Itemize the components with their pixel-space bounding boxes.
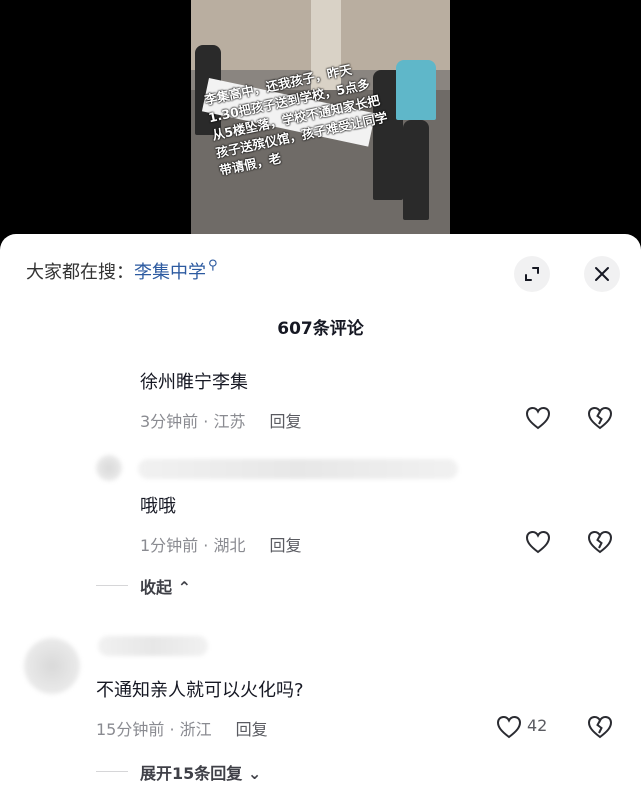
blurred-username: [138, 459, 458, 479]
like-heart-icon[interactable]: [525, 530, 551, 554]
video-person: [396, 60, 436, 120]
like-heart-icon[interactable]: [496, 715, 522, 739]
thread-divider: [96, 771, 128, 772]
search-suggestion[interactable]: 大家都在搜：李集中学 ⚲: [26, 258, 218, 284]
comment-location: 江苏: [213, 412, 246, 431]
comment-time: 3分钟前: [140, 412, 199, 431]
comment-location: 浙江: [179, 720, 212, 739]
comment-text: 哦哦: [140, 496, 176, 517]
search-term-link[interactable]: 李集中学: [134, 262, 206, 283]
reply-button[interactable]: 回复: [269, 412, 301, 431]
collapse-replies-button[interactable]: 收起 ⌃: [140, 574, 191, 598]
blurred-username: [98, 636, 208, 656]
comment-meta: 15分钟前 · 浙江 回复: [96, 720, 268, 739]
chevron-down-icon: ⌄: [242, 764, 262, 783]
like-heart-icon[interactable]: [525, 406, 551, 430]
search-icon: ⚲: [208, 258, 218, 273]
expand-replies-button[interactable]: 展开15条回复 ⌄: [140, 760, 261, 784]
comments-sheet: 大家都在搜：李集中学 ⚲ 607条评论 徐州睢宁李集 3分钟前 · 江苏 回复 哦哦…: [0, 234, 641, 800]
video-person: [403, 120, 429, 220]
dislike-broken-heart-icon[interactable]: [587, 715, 613, 739]
comment-time: 1分钟前: [140, 536, 199, 555]
comment-text: 不通知亲人就可以火化吗?: [96, 680, 304, 701]
comment-count-title: 607条评论: [277, 319, 364, 339]
collapse-label: 收起: [140, 578, 173, 597]
comment-meta: 1分钟前 · 湖北 回复: [140, 536, 302, 555]
reply-button[interactable]: 回复: [269, 536, 301, 555]
like-count: 42: [527, 716, 548, 735]
expand-button[interactable]: [514, 256, 550, 292]
chevron-up-icon: ⌃: [172, 578, 191, 597]
close-button[interactable]: [584, 256, 620, 292]
close-icon: [595, 267, 609, 281]
comment-meta: 3分钟前 · 江苏 回复: [140, 412, 302, 431]
comment-text: 徐州睢宁李集: [140, 372, 248, 393]
search-prefix: 大家都在搜：: [26, 262, 134, 283]
blurred-avatar: [24, 638, 80, 694]
thread-divider: [96, 585, 128, 586]
reply-button[interactable]: 回复: [236, 720, 268, 739]
blurred-avatar: [96, 455, 122, 481]
dislike-broken-heart-icon[interactable]: [587, 406, 613, 430]
expand-label: 展开15条回复: [140, 764, 243, 783]
video-thumbnail[interactable]: 李集高中，还我孩子，昨天1.30把孩子送到学校，5点多从5楼坠落，学校不通知家长…: [191, 0, 450, 245]
expand-icon: [525, 267, 539, 281]
comment-time: 15分钟前: [96, 720, 165, 739]
comment-location: 湖北: [213, 536, 246, 555]
dislike-broken-heart-icon[interactable]: [587, 530, 613, 554]
